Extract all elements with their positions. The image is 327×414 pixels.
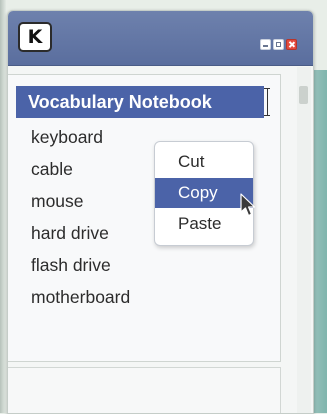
minimize-icon[interactable] — [260, 39, 271, 50]
title-bar[interactable]: K — [8, 11, 313, 66]
vocab-list: keyboard cable mouse hard drive flash dr… — [31, 121, 130, 313]
k-logo-icon: K — [18, 22, 52, 52]
list-item[interactable]: mouse — [31, 185, 130, 217]
list-item[interactable]: cable — [31, 153, 130, 185]
list-item[interactable]: hard drive — [31, 217, 130, 249]
menu-item-cut[interactable]: Cut — [155, 147, 253, 177]
scrollbar[interactable] — [297, 67, 311, 413]
list-item[interactable]: motherboard — [31, 281, 130, 313]
text-cursor-icon — [263, 86, 271, 118]
list-item[interactable]: flash drive — [31, 249, 130, 281]
lower-panel — [8, 367, 281, 413]
close-icon[interactable] — [286, 39, 297, 50]
maximize-icon[interactable] — [273, 39, 284, 50]
mouse-pointer-icon — [240, 193, 256, 217]
app-logo-letter: K — [27, 25, 43, 48]
scrollbar-thumb[interactable] — [299, 86, 308, 104]
notebook-heading[interactable]: Vocabulary Notebook — [16, 86, 264, 118]
background-shadow — [0, 0, 6, 413]
list-item[interactable]: keyboard — [31, 121, 130, 153]
